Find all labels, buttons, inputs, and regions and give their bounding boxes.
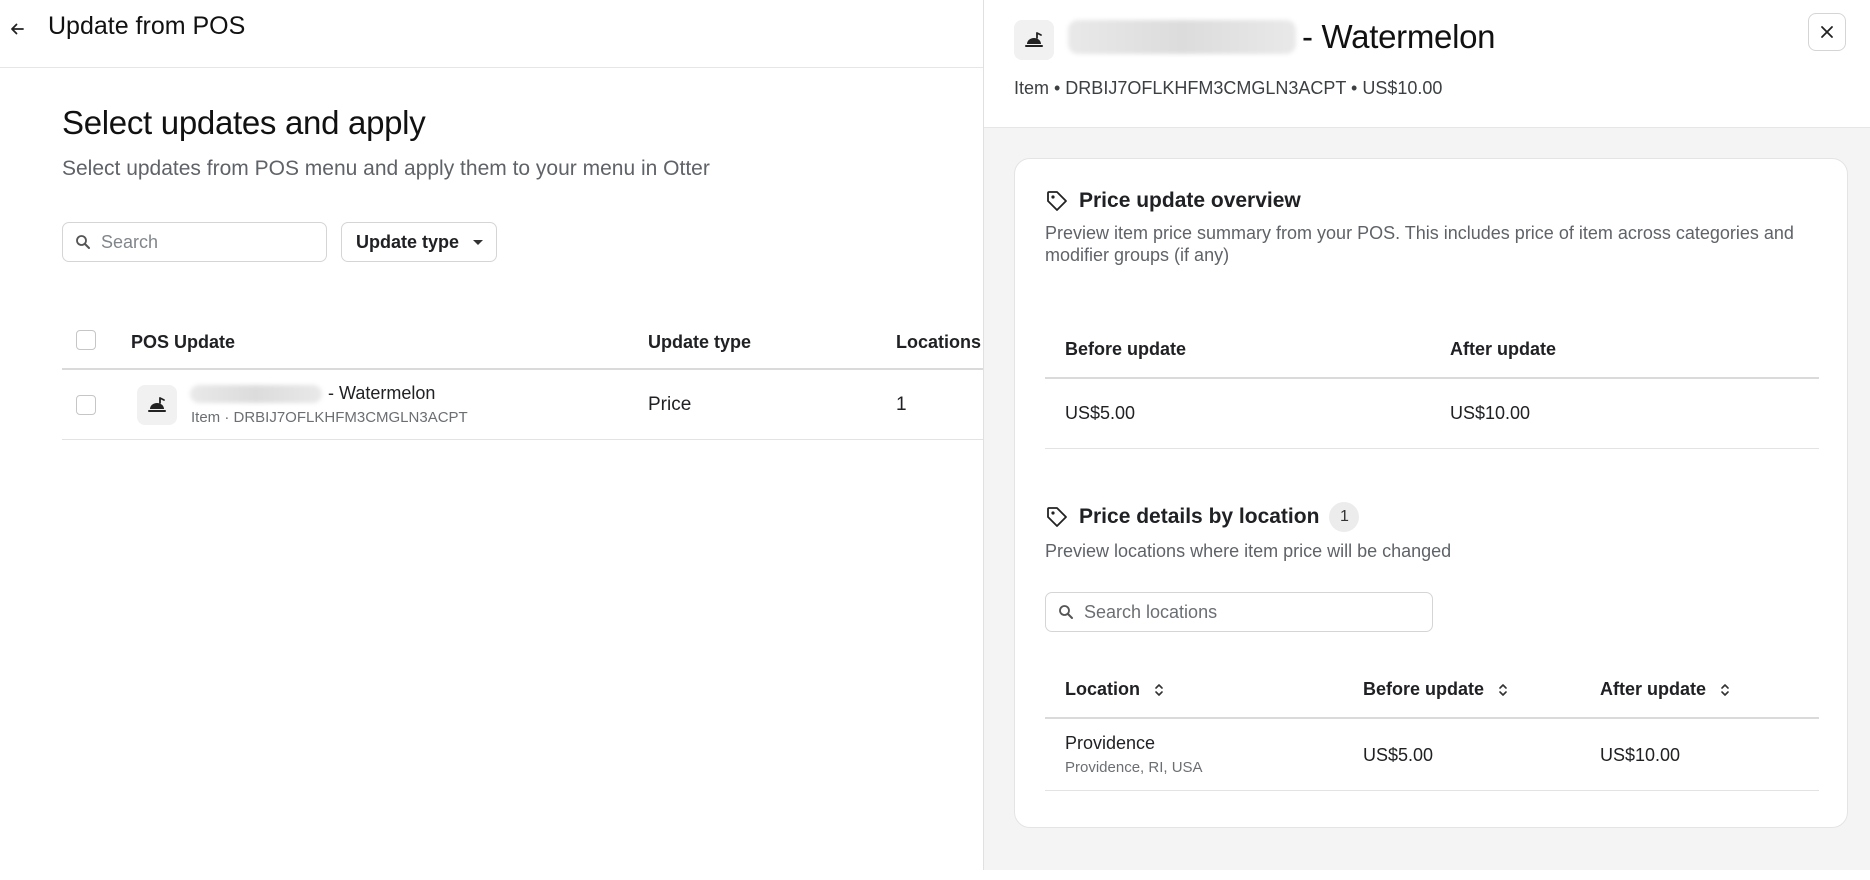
column-header-update-type[interactable]: Update type [648,332,751,353]
details-panel: - Watermelon Item • DRBIJ7OFLKHFM3CMGLN3… [983,0,1870,870]
search-icon [76,235,90,249]
back-button[interactable] [4,16,30,42]
panel-title-suffix: - Watermelon [1302,18,1496,55]
column-header-location[interactable]: Location [1065,679,1164,700]
price-overview-heading: Price update overview [1045,189,1301,213]
price-overview-description: Preview item price summary from your POS… [1045,223,1794,265]
food-item-icon [1014,20,1054,60]
price-tag-icon [1047,191,1067,211]
sort-icon [1499,683,1507,696]
column-header-pos-update[interactable]: POS Update [131,332,235,353]
redacted-name [190,384,322,403]
select-all-checkbox[interactable] [76,330,96,350]
panel-meta: Item • DRBIJ7OFLKHFM3CMGLN3ACPT • US$10.… [1014,78,1443,98]
row-locations: 1 [896,394,907,415]
search-icon [1059,605,1073,619]
redacted-name [1068,20,1296,54]
column-header-locations[interactable]: Locations [896,332,981,353]
row-item-name-suffix: - Watermelon [328,383,436,403]
location-name: Providence [1065,733,1156,753]
search-field[interactable] [62,222,327,262]
close-button[interactable] [1808,13,1846,51]
overview-after-value: US$10.00 [1450,403,1531,423]
row-checkbox[interactable] [76,395,96,415]
column-header-location-label: Location [1065,679,1140,699]
sort-icon [1155,683,1163,696]
location-search-input[interactable] [1084,601,1414,623]
row-item-meta: Item · DRBIJ7OFLKHFM3CMGLN3ACPT [191,409,468,426]
overview-table-row: US$5.00 US$10.00 [1045,381,1819,449]
section-title: Select updates and apply [62,104,426,141]
close-icon [1821,26,1833,38]
column-header-after-update-label: After update [1600,679,1707,699]
arrow-left-icon [11,23,24,35]
table-header: POS Update Update type Locations [62,310,983,370]
overview-before-value: US$5.00 [1065,403,1136,423]
page-title: Update from POS [48,12,246,40]
location-table-header: Location Before update After update [1045,657,1819,719]
location-before-value: US$5.00 [1363,745,1434,765]
update-type-filter-label: Update type [356,231,460,252]
column-header-after: After update [1450,339,1557,359]
section-subtitle: Select updates from POS menu and apply t… [62,157,710,180]
location-search-field[interactable] [1045,592,1433,632]
table-row[interactable]: - Watermelon Item · DRBIJ7OFLKHFM3CMGLN3… [62,372,983,440]
column-header-before-update-label: Before update [1363,679,1485,699]
panel-header: - Watermelon Item • DRBIJ7OFLKHFM3CMGLN3… [984,0,1870,128]
sort-icon [1721,683,1729,696]
location-details-heading: Price details by location 1 [1045,502,1360,532]
column-header-before: Before update [1065,339,1187,359]
update-type-filter[interactable]: Update type [341,222,497,262]
location-details-title: Price details by location [1079,505,1320,528]
row-update-type: Price [648,394,692,415]
panel-title: - Watermelon [1068,18,1496,56]
location-count-badge: 1 [1329,502,1360,532]
price-details-card: Price update overview Preview item price… [1014,158,1848,828]
caret-down-icon [473,239,484,245]
location-after-value: US$10.00 [1600,745,1681,765]
column-header-before-update[interactable]: Before update [1363,679,1508,700]
overview-table-header: Before update After update [1045,319,1819,379]
column-header-after-update[interactable]: After update [1600,679,1730,700]
search-input[interactable] [101,231,301,253]
top-bar: Update from POS [0,0,983,68]
row-item-name: - Watermelon [190,383,435,404]
price-tag-icon [1047,507,1067,527]
food-item-icon [137,385,177,425]
price-overview-title: Price update overview [1079,189,1301,212]
location-table-row: Providence Providence, RI, USA US$5.00 U… [1045,721,1819,791]
location-details-description: Preview locations where item price will … [1045,541,1452,561]
location-address: Providence, RI, USA [1065,759,1203,776]
